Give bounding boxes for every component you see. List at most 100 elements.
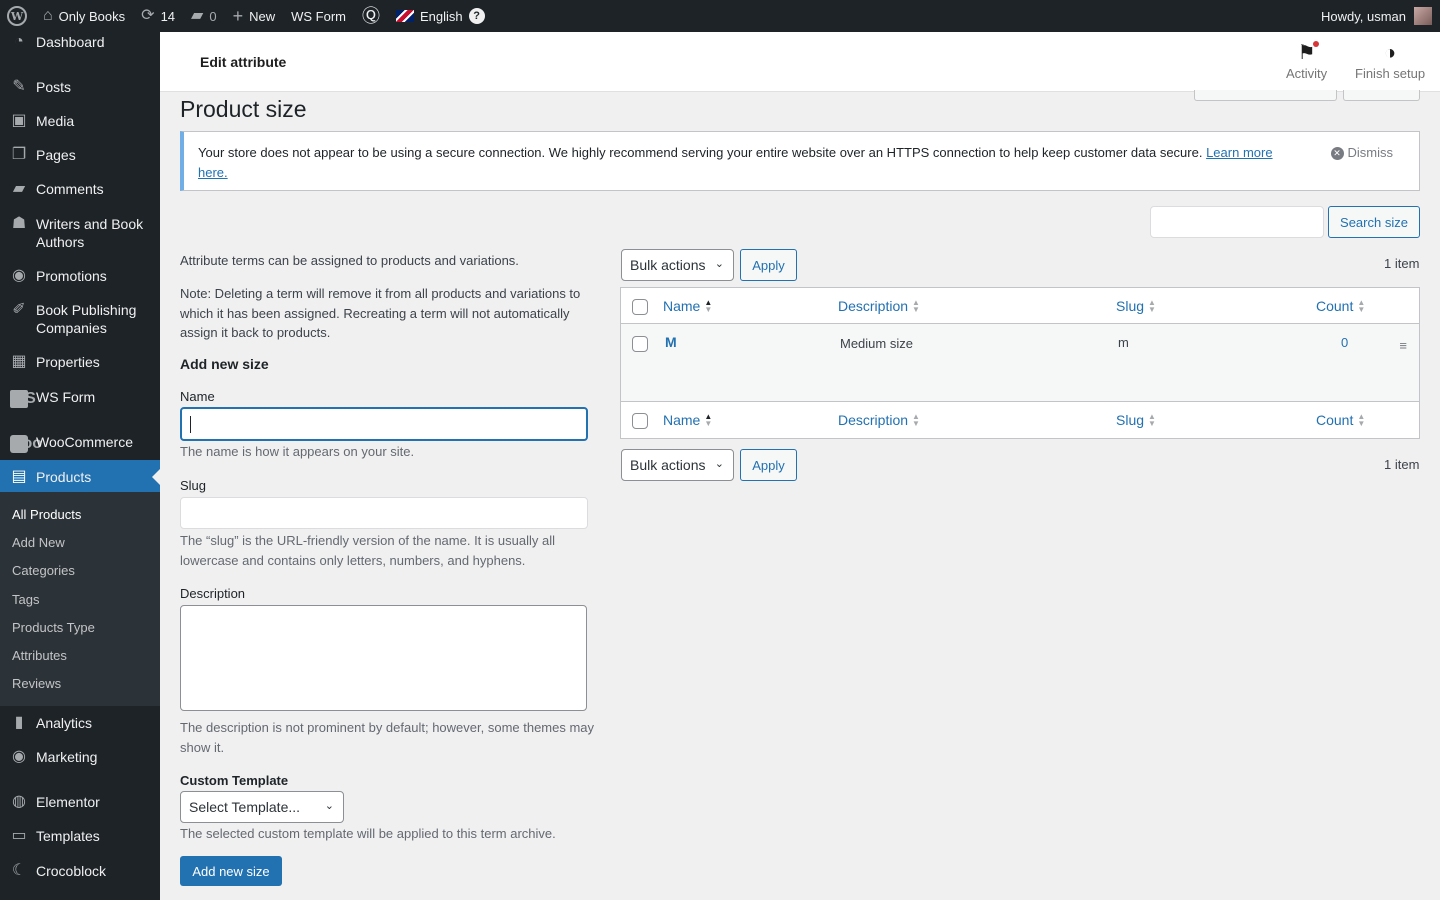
sort-icon: ▲ ▼ <box>704 298 713 314</box>
language-label: English <box>420 8 463 24</box>
sidebar-item-dashboard[interactable]: ◔ Dashboard <box>0 33 160 51</box>
template-help: The selected custom template will be app… <box>180 826 556 841</box>
admin-bar: W ⌂ Only Books ⟳ 14 ▰ 0 + New WS Form Ⓠ … <box>0 0 1440 32</box>
comments-link[interactable]: ▰ 0 <box>183 0 225 32</box>
hidden-toolbar-button[interactable] <box>1194 90 1337 101</box>
slug-label: Slug <box>180 478 207 493</box>
language-switcher[interactable]: English ? <box>388 0 493 32</box>
sidebar-item-book-publishing[interactable]: ✐ Book Publishing Companies <box>0 301 160 337</box>
column-slug-footer[interactable]: Slug ▲ ▼ <box>1116 412 1156 428</box>
row-checkbox[interactable] <box>632 336 648 352</box>
sort-icon: ▲ ▼ <box>1357 298 1366 314</box>
close-icon: ✕ <box>1330 146 1344 160</box>
sidebar-item-promotions[interactable]: ◉ Promotions <box>0 267 160 285</box>
items-count-top: 1 item <box>1384 256 1420 271</box>
description-textarea[interactable] <box>180 605 587 711</box>
column-count-footer[interactable]: Count ▲ ▼ <box>1316 412 1365 428</box>
page-title: Product size <box>180 96 307 122</box>
name-input[interactable] <box>180 407 588 441</box>
drag-handle-icon[interactable]: ≡ <box>1399 338 1407 353</box>
items-count-bottom: 1 item <box>1384 457 1420 472</box>
sidebar-item-media[interactable]: ▣ Media <box>0 112 160 130</box>
sidebar-item-properties[interactable]: ▦ Properties <box>0 353 160 371</box>
activity-button[interactable]: ⚑ Activity <box>1286 41 1327 81</box>
bulk-actions-select-top[interactable]: Bulk actions ⌄ <box>621 249 734 281</box>
sidebar-item-comments[interactable]: ▰ Comments <box>0 180 160 198</box>
edit-icon: ✐ <box>12 301 26 318</box>
crocoblock-icon: ☾ <box>11 862 27 879</box>
sidebar-item-writers[interactable]: ☗ Writers and Book Authors <box>0 215 160 251</box>
submenu-attributes[interactable]: Attributes <box>12 648 67 663</box>
notice-text: Your store does not appear to be using a… <box>198 145 1203 160</box>
sidebar-item-marketing[interactable]: ◉ Marketing <box>0 748 160 766</box>
query-monitor-link[interactable]: Ⓠ <box>354 0 388 32</box>
term-count-link[interactable]: 0 <box>1341 335 1348 350</box>
query-icon: Ⓠ <box>362 6 380 26</box>
sort-icon: ▲ ▼ <box>704 412 713 428</box>
megaphone-icon: ◉ <box>12 748 26 765</box>
ws-form-link[interactable]: WS Form <box>283 0 354 32</box>
site-name-link[interactable]: ⌂ Only Books <box>35 0 133 32</box>
sort-icon: ▲ ▼ <box>912 298 920 314</box>
notification-dot <box>1312 41 1319 47</box>
sort-icon: ▲ ▼ <box>1148 298 1156 314</box>
slug-input[interactable] <box>180 497 588 529</box>
add-new-size-button[interactable]: Add new size <box>180 856 282 886</box>
building-icon: ▦ <box>11 353 27 370</box>
bulk-actions-select-bottom[interactable]: Bulk actions ⌄ <box>621 449 734 481</box>
apply-button-top[interactable]: Apply <box>740 249 797 281</box>
submenu-categories[interactable]: Categories <box>12 563 75 578</box>
comments-icon: ▰ <box>12 180 26 197</box>
submenu-add-new[interactable]: Add New <box>12 535 65 550</box>
sidebar-item-elementor[interactable]: ◍ Elementor <box>0 793 160 811</box>
plus-icon: + <box>232 6 244 26</box>
sidebar-item-posts[interactable]: ✎ Posts <box>0 78 160 96</box>
dismiss-button[interactable]: ✕ Dismiss <box>1330 143 1393 163</box>
new-content-link[interactable]: + New <box>225 0 284 32</box>
page-heading: Edit attribute <box>200 54 287 70</box>
hidden-help-button[interactable] <box>1343 90 1420 101</box>
column-slug[interactable]: Slug ▲ ▼ <box>1116 298 1156 314</box>
sidebar-item-crocoblock[interactable]: ☾ Crocoblock <box>0 862 160 880</box>
ws-form-icon: WS <box>10 390 36 408</box>
howdy-label[interactable]: Howdy, usman <box>1321 9 1406 24</box>
sidebar-item-pages[interactable]: ❐ Pages <box>0 146 160 164</box>
column-description[interactable]: Description ▲ ▼ <box>838 298 920 314</box>
updates-link[interactable]: ⟳ 14 <box>133 0 183 32</box>
finish-setup-button[interactable]: ◑ Finish setup <box>1355 42 1425 81</box>
updates-count: 14 <box>160 8 176 24</box>
sidebar-item-analytics[interactable]: ▮ Analytics <box>0 714 160 732</box>
sidebar-item-products[interactable]: ▤ Products <box>0 460 160 494</box>
avatar[interactable] <box>1414 7 1432 25</box>
apply-button-bottom[interactable]: Apply <box>740 449 797 481</box>
table-footer: Name ▲ ▼ Description ▲ ▼ Slug ▲ ▼ Count ▲ ▼ <box>621 401 1419 437</box>
column-description-footer[interactable]: Description ▲ ▼ <box>838 412 920 428</box>
new-label: New <box>249 8 276 24</box>
submenu-reviews[interactable]: Reviews <box>12 676 61 691</box>
table-row: M Medium size m 0 ≡ <box>621 324 1419 401</box>
submenu-products-type[interactable]: Products Type <box>12 620 95 635</box>
submenu-tags[interactable]: Tags <box>12 592 39 607</box>
name-help: The name is how it appears on your site. <box>180 444 415 459</box>
select-all-checkbox-footer[interactable] <box>632 413 648 429</box>
search-input[interactable] <box>1150 206 1324 238</box>
search-button[interactable]: Search size <box>1328 206 1420 238</box>
sidebar-item-woocommerce[interactable]: woo WooCommerce <box>0 433 160 453</box>
chevron-down-icon: ⌄ <box>714 258 724 270</box>
wp-logo-menu[interactable]: W <box>0 0 35 32</box>
column-name-footer[interactable]: Name ▲ ▼ <box>663 412 712 428</box>
column-count[interactable]: Count ▲ ▼ <box>1316 298 1365 314</box>
sidebar-item-ws-form[interactable]: WS WS Form <box>0 388 160 408</box>
chevron-down-icon: ⌄ <box>714 458 724 470</box>
select-all-checkbox[interactable] <box>632 299 648 315</box>
column-name[interactable]: Name ▲ ▼ <box>663 298 712 314</box>
woocommerce-header: Edit attribute ⚑ Activity ◑ Finish setup <box>160 32 1440 92</box>
note-text: Note: Deleting a term will remove it fro… <box>180 286 581 340</box>
ws-form-label: WS Form <box>291 8 346 24</box>
table-header: Name ▲ ▼ Description ▲ ▼ Slug ▲ ▼ Count ▲ ▼ <box>621 288 1419 324</box>
https-notice: Your store does not appear to be using a… <box>180 131 1420 191</box>
sidebar-item-templates[interactable]: ▭ Templates <box>0 827 160 845</box>
submenu-all-products[interactable]: All Products <box>12 507 81 522</box>
term-name-link[interactable]: M <box>665 334 677 350</box>
custom-template-select[interactable]: Select Template... ⌄ <box>180 791 344 823</box>
